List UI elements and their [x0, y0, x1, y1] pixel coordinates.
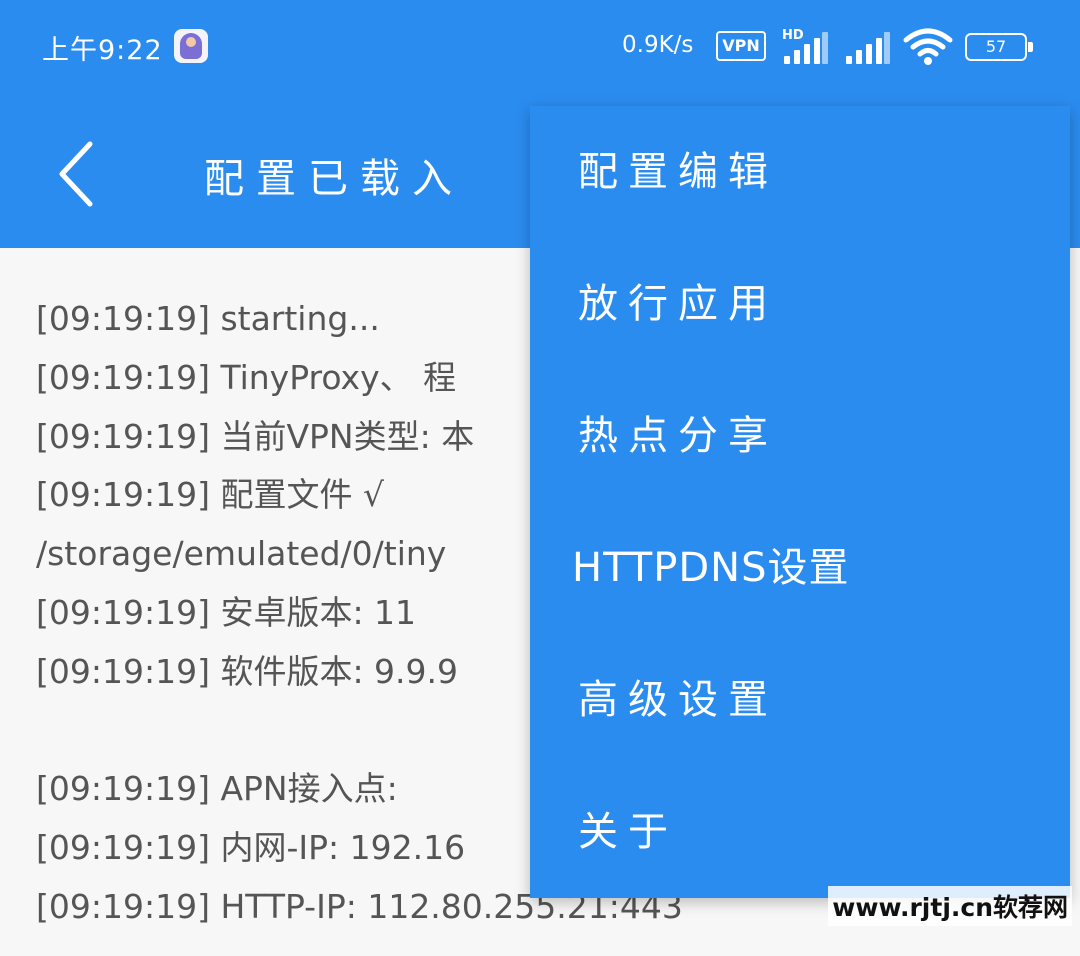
menu-item-about[interactable]: 关于 [530, 766, 1070, 898]
battery-tip [1028, 42, 1033, 52]
app-notification-icon [174, 29, 208, 63]
overflow-menu: 配置编辑 放行应用 热点分享 HTTPDNS设置 高级设置 关于 [530, 106, 1070, 898]
network-speed: 0.9K/s [622, 32, 694, 58]
menu-item-advanced-settings[interactable]: 高级设置 [530, 634, 1070, 766]
signal-icon [844, 30, 890, 64]
menu-item-httpdns-settings[interactable]: HTTPDNS设置 [530, 502, 1070, 634]
back-button[interactable] [48, 130, 118, 220]
chevron-left-icon [59, 141, 93, 207]
wifi-icon [903, 28, 953, 65]
signal-hd-icon [782, 30, 828, 64]
battery-icon: 57 [965, 33, 1027, 61]
menu-item-allowed-apps[interactable]: 放行应用 [530, 238, 1070, 370]
vpn-icon: VPN [716, 31, 766, 61]
status-time: 上午9:22 [42, 35, 163, 66]
watermark: www.rjtj.cn软荐网 [828, 886, 1072, 926]
page-title: 配置已载入 [204, 156, 464, 202]
menu-item-hotspot-share[interactable]: 热点分享 [530, 370, 1070, 502]
menu-item-config-edit[interactable]: 配置编辑 [530, 106, 1070, 238]
